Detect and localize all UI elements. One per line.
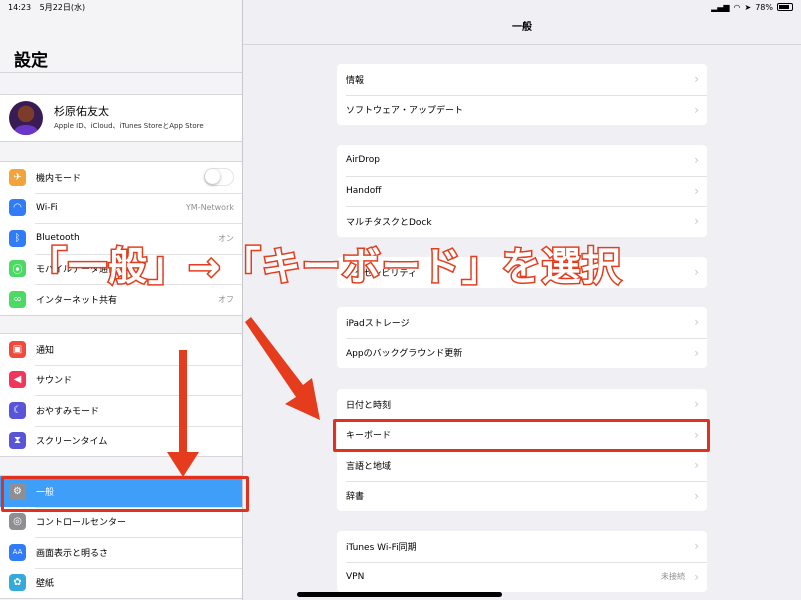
sidebar-item[interactable]: ⧗ スクリーンタイム xyxy=(0,425,242,457)
wifi-icon: ◠ xyxy=(9,199,26,217)
settings-row[interactable]: Handoff › xyxy=(337,175,707,207)
sidebar-item-label: 壁紙 xyxy=(36,579,55,590)
settings-card: AirDrop › Handoff › マルチタスクとDock › xyxy=(337,145,707,237)
control-center-icon: ◎ xyxy=(9,513,26,531)
settings-row[interactable]: Appのバックグラウンド更新 › xyxy=(337,337,707,369)
sidebar-item[interactable]: AA 画面表示と明るさ xyxy=(0,537,242,568)
chevron-right-icon: › xyxy=(694,265,699,280)
chevron-right-icon: › xyxy=(694,315,699,330)
settings-row[interactable]: 日付と時刻 › xyxy=(337,389,707,420)
display-icon: AA xyxy=(9,543,26,561)
settings-row-label: 情報 xyxy=(346,75,365,86)
status-time: 14:23 xyxy=(8,2,32,12)
arrow-diagonal xyxy=(245,317,320,420)
settings-row-label: VPN xyxy=(346,571,365,582)
sidebar-item-label: Wi-Fi xyxy=(36,202,58,213)
settings-row[interactable]: AirDrop › xyxy=(337,145,707,176)
sound-icon: ◀ xyxy=(9,371,26,389)
airplane-mode-toggle[interactable] xyxy=(204,168,234,187)
sidebar-item-label: おやすみモード xyxy=(36,406,100,417)
settings-row[interactable]: マルチタスクとDock › xyxy=(337,206,707,237)
chevron-right-icon: › xyxy=(694,214,699,229)
settings-card: 情報 › ソフトウェア・アップデート › xyxy=(337,64,707,125)
settings-row-label: iPadストレージ xyxy=(346,318,410,329)
header-divider xyxy=(243,44,801,45)
page-title: 一般 xyxy=(512,22,532,33)
chevron-right-icon: › xyxy=(694,183,699,198)
settings-row-label: AirDrop xyxy=(346,155,381,166)
highlight-keyboard xyxy=(333,419,710,452)
hotspot-icon: ∞ xyxy=(9,290,26,308)
battery-percent: 78% xyxy=(755,2,773,12)
chevron-right-icon: › xyxy=(694,345,699,360)
settings-row[interactable]: ソフトウェア・アップデート › xyxy=(337,94,707,126)
annotation-caption: 「一般」→「キーボード」を選択 xyxy=(27,244,623,292)
settings-row[interactable]: iPadストレージ › xyxy=(337,307,707,338)
sidebar-item[interactable]: ✈ 機内モード xyxy=(0,162,242,193)
sidebar-item-label: 機内モード xyxy=(36,173,82,184)
sidebar-item-label: 画面表示と明るさ xyxy=(36,548,109,559)
settings-card: iTunes Wi-Fi同期 › VPN 未接続 › xyxy=(337,531,707,592)
status-right: ▂▄▆ ◠ ➤ 78% xyxy=(711,3,793,12)
cellular-icon: ⦿ xyxy=(9,260,26,278)
sidebar-item[interactable]: ☾ おやすみモード xyxy=(0,395,242,426)
sidebar-item-label: スクリーンタイム xyxy=(36,437,108,448)
chevron-right-icon: › xyxy=(694,458,699,473)
sidebar-group-notifications: ▣ 通知 ◀ サウンド ☾ おやすみモード ⧗ スクリーンタイム xyxy=(0,333,242,457)
settings-row-label: ソフトウェア・アップデート xyxy=(346,106,464,117)
settings-row[interactable]: iTunes Wi-Fi同期 › xyxy=(337,531,707,562)
moon-icon: ☾ xyxy=(9,401,26,419)
status-left: 14:23 5月22日(水) xyxy=(8,2,91,13)
sidebar-item-value: YM-Network xyxy=(185,203,234,213)
highlight-general xyxy=(1,476,249,512)
sidebar-item[interactable]: ▣ 通知 xyxy=(0,334,242,365)
home-indicator[interactable] xyxy=(297,592,502,597)
chevron-right-icon: › xyxy=(694,397,699,412)
bluetooth-icon: ᛒ xyxy=(9,229,26,247)
chevron-right-icon: › xyxy=(694,153,699,168)
sidebar-divider xyxy=(0,72,242,73)
sidebar-item-value: オフ xyxy=(218,294,234,304)
chevron-right-icon: › xyxy=(694,539,699,554)
settings-row[interactable]: 情報 › xyxy=(337,64,707,95)
settings-card: iPadストレージ › Appのバックグラウンド更新 › xyxy=(337,307,707,368)
wallpaper-icon: ✿ xyxy=(9,574,26,592)
sidebar-item-label: インターネット共有 xyxy=(36,295,118,306)
hourglass-icon: ⧗ xyxy=(9,432,26,450)
wifi-status-icon: ◠ xyxy=(733,2,741,12)
settings-row-label: iTunes Wi-Fi同期 xyxy=(346,542,417,553)
avatar xyxy=(9,101,43,135)
profile-row[interactable]: 杉原佑友太 Apple ID、iCloud、iTunes StoreとApp S… xyxy=(0,94,242,142)
settings-row-label: 言語と地域 xyxy=(346,461,392,472)
chevron-right-icon: › xyxy=(694,488,699,503)
chevron-right-icon: › xyxy=(694,102,699,117)
settings-row-label: 辞書 xyxy=(346,492,365,503)
chevron-right-icon: › xyxy=(694,72,699,87)
settings-row[interactable]: VPN 未接続 › xyxy=(337,561,707,593)
sidebar-item-label: コントロールセンター xyxy=(36,518,127,529)
sidebar-item[interactable]: ✿ 壁紙 xyxy=(0,567,242,599)
profile-subtitle: Apple ID、iCloud、iTunes StoreとApp Store xyxy=(54,122,204,130)
chevron-right-icon: › xyxy=(694,569,699,584)
settings-row[interactable]: 言語と地域 › xyxy=(337,450,707,481)
settings-row-label: Handoff xyxy=(346,185,382,196)
location-icon: ➤ xyxy=(744,2,752,12)
settings-row-value: 未接続 xyxy=(661,572,685,582)
profile-name: 杉原佑友太 xyxy=(54,105,109,118)
signal-icon: ▂▄▆ xyxy=(711,2,730,12)
airplane-icon: ✈ xyxy=(9,168,26,186)
status-date: 5月22日(水) xyxy=(39,2,86,12)
sidebar-item[interactable]: ◠ Wi-Fi YM-Network xyxy=(0,192,242,224)
settings-row[interactable]: 辞書 › xyxy=(337,480,707,512)
sidebar-item-label: サウンド xyxy=(36,376,73,387)
battery-icon xyxy=(777,3,793,11)
sidebar-item[interactable]: ◀ サウンド xyxy=(0,364,242,396)
status-bar: 14:23 5月22日(水) ▂▄▆ ◠ ➤ 78% xyxy=(0,0,801,14)
settings-row-label: Appのバックグラウンド更新 xyxy=(346,349,463,360)
settings-row-label: 日付と時刻 xyxy=(346,400,392,411)
sidebar-title: 設定 xyxy=(14,51,48,71)
settings-row-label: マルチタスクとDock xyxy=(346,217,432,228)
sidebar-item-label: 通知 xyxy=(36,345,55,356)
notifications-icon: ▣ xyxy=(9,340,26,358)
